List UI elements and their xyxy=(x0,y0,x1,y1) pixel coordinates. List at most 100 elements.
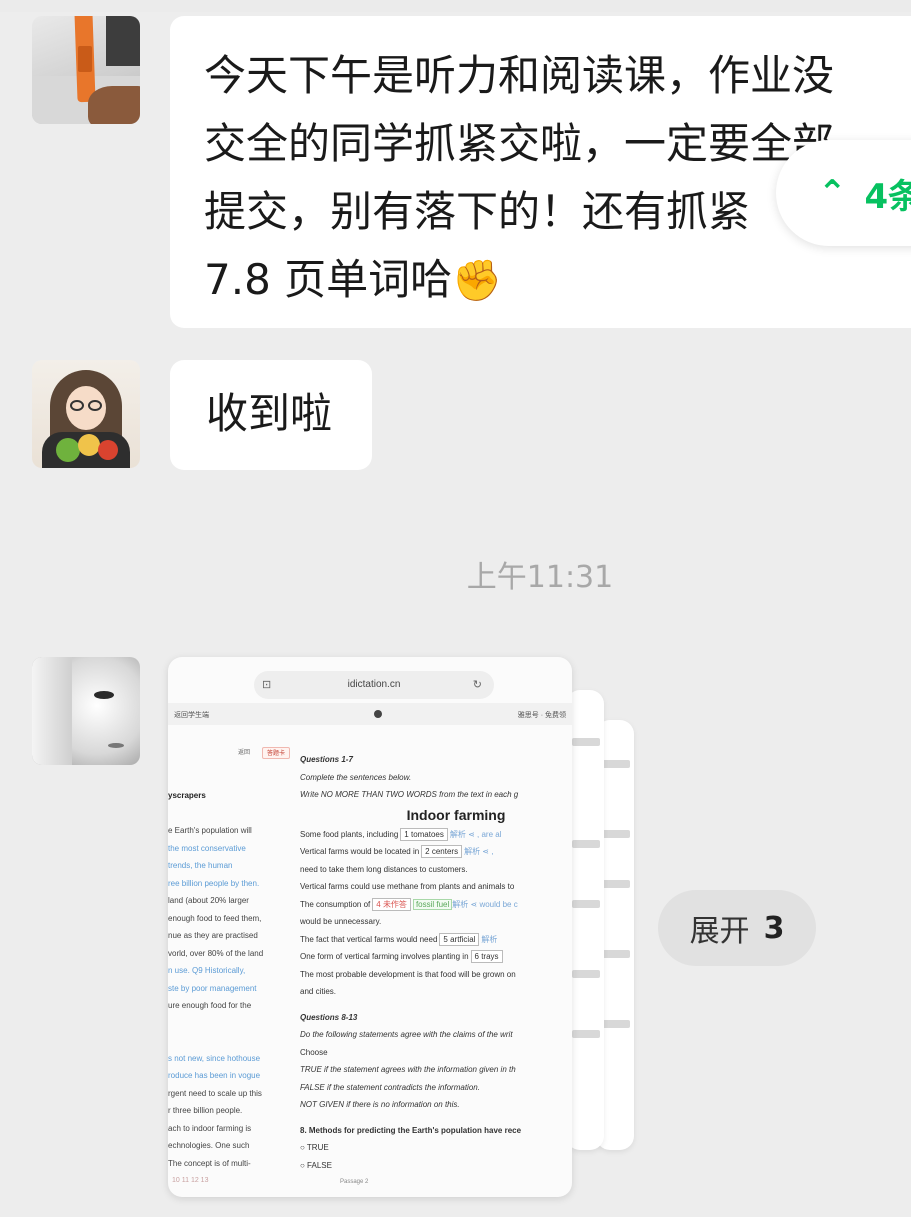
stripe xyxy=(572,970,600,978)
passage-line: s not new, since hothouse xyxy=(168,1053,261,1063)
tabs-icon: ⊡ xyxy=(262,679,272,691)
expand-images-button[interactable]: 展开 3 xyxy=(658,890,816,966)
avatar-pen-clip xyxy=(78,46,92,72)
instruction: Choose xyxy=(300,1047,328,1057)
sentence-4: The consumption of 4 未作答 fossil fuel 解析 ⋖ w… xyxy=(300,896,572,914)
sentence-4-cont: would be unnecessary. xyxy=(300,917,382,926)
passage-line: ach to indoor farming is xyxy=(168,1123,252,1133)
mini-button: 返回 xyxy=(238,750,251,756)
stripe xyxy=(572,738,600,746)
avatar-glasses xyxy=(70,400,84,411)
text: The fact that vertical farms would need xyxy=(300,934,438,944)
toolbar-right: 雅思号 · 免费领 xyxy=(517,712,566,719)
message-timestamp: 上午11:31 xyxy=(466,560,614,595)
sentence-5: The fact that vertical farms would need 5… xyxy=(300,931,572,949)
instruction: Write NO MORE THAN TWO WORDS from the te… xyxy=(300,790,519,799)
toolbar-left: 返回学生端 xyxy=(174,712,209,719)
instruction: Complete the sentences below. xyxy=(300,772,412,782)
avatar-vegetable xyxy=(98,440,118,460)
passage-line: ure enough food for the xyxy=(168,1001,252,1010)
instruction: NOT GIVEN if there is no information on … xyxy=(300,1100,460,1109)
questions-title: Questions 1-7 xyxy=(300,755,353,764)
answer-field: 6 trays xyxy=(470,950,503,963)
passage-line: ree billion people by then. xyxy=(168,878,260,888)
expand-count: 3 xyxy=(763,910,785,946)
sentence-7: The most probable development is that fo… xyxy=(300,969,516,979)
answer-field: 1 tomatoes xyxy=(400,827,448,841)
message-line-text: 7.8 页单词哈 xyxy=(204,255,453,304)
double-chevron-up-icon: ⌃ xyxy=(818,173,847,213)
stripe xyxy=(602,880,630,888)
stripe xyxy=(602,1020,630,1028)
correct-answer: fossil fuel xyxy=(412,898,453,910)
answer-field: 4 未作答 xyxy=(372,897,411,911)
reload-icon: ↻ xyxy=(472,679,482,691)
sentence-1: Some food plants, including 1 tomatoes 解析 … xyxy=(300,826,572,844)
passage-line: nue as they are practised xyxy=(168,931,258,940)
avatar[interactable] xyxy=(32,16,140,124)
question-nav: 10 11 12 13 xyxy=(172,1177,209,1184)
avatar-hand xyxy=(88,86,140,124)
stripe xyxy=(572,1030,600,1038)
answer-field: 5 artficial xyxy=(439,932,480,946)
passage-line: trends, the human xyxy=(168,861,233,870)
avatar[interactable] xyxy=(32,657,140,765)
passage-line: ste by poor management xyxy=(168,983,257,993)
page-toolbar: 返回学生端 雅思号 · 免费领 xyxy=(168,703,572,725)
fist-emoji-icon: ✊ xyxy=(452,258,502,304)
message-bubble[interactable]: 收到啦 xyxy=(170,360,372,470)
stripe xyxy=(602,830,630,838)
text: One form of vertical farming involves pl… xyxy=(300,952,469,961)
sentence-7-cont: and cities. xyxy=(300,987,337,996)
text: 解析 ⋖ , xyxy=(464,847,494,856)
image-message-card[interactable]: ⊡ idictation.cn ↻ 返回学生端 雅思号 · 免费领 返回 答题卡… xyxy=(168,657,572,1197)
mini-button: 答题卡 xyxy=(262,747,291,759)
questions-title: Questions 8-13 xyxy=(300,1012,358,1022)
stripe xyxy=(602,950,630,958)
passage-line: n use. Q9 Historically, xyxy=(168,966,246,975)
text: 解析 xyxy=(481,934,498,944)
unread-count: 4条 xyxy=(864,176,911,217)
text: 解析 ⋖ would be c xyxy=(452,899,518,909)
sentence-6: One form of vertical farming involves pl… xyxy=(300,948,572,966)
top-strip xyxy=(0,0,911,12)
record-dot-icon xyxy=(374,710,382,718)
questions-column: Questions 1-7 Complete the sentences bel… xyxy=(300,751,572,1174)
avatar-vegetable xyxy=(78,434,100,456)
text: Some food plants, including xyxy=(300,829,399,839)
sentence-2-cont: need to take them long distances to cust… xyxy=(300,864,468,874)
avatar-vegetable xyxy=(56,438,80,462)
passage-line: e Earth's population will xyxy=(168,826,252,835)
passage-line: roduce has been in vogue xyxy=(168,1071,261,1080)
passage-line: the most conservative xyxy=(168,843,246,853)
passage-line xyxy=(168,805,288,823)
avatar-glasses xyxy=(88,400,102,411)
section-heading: Indoor farming xyxy=(406,806,506,823)
text: The consumption of xyxy=(300,899,371,909)
passage-line: r three billion people. xyxy=(168,1106,243,1115)
passage-line: land (about 20% larger xyxy=(168,896,249,905)
passage-line xyxy=(168,1015,288,1033)
avatar-hair xyxy=(32,657,72,765)
question-8: 8. Methods for predicting the Earth's po… xyxy=(300,1125,522,1135)
avatar-background xyxy=(106,16,140,66)
stripe xyxy=(572,900,600,908)
message-text: 收到啦 xyxy=(206,389,333,438)
avatar[interactable] xyxy=(32,360,140,468)
passage-line: enough food to feed them, xyxy=(168,913,262,923)
text: 解析 ⋖ , are al xyxy=(449,829,502,839)
avatar-eye xyxy=(94,691,114,699)
passage-line: vorld, over 80% of the land xyxy=(168,948,264,958)
sentence-2: Vertical farms would be located in 2 cent… xyxy=(300,843,572,861)
option-true: ○ TRUE xyxy=(300,1143,329,1152)
answer-field: 2 centers xyxy=(421,845,463,858)
url-text: idictation.cn xyxy=(347,679,401,690)
passage-line xyxy=(168,1032,288,1050)
instruction: FALSE if the statement contradicts the i… xyxy=(300,1082,480,1092)
avatar-lip xyxy=(108,743,124,748)
unread-messages-button[interactable]: ⌃ 4条 xyxy=(776,140,911,246)
text: Vertical farms would be located in xyxy=(300,847,420,856)
passage-footer: Passage 2 xyxy=(340,1179,369,1185)
passage-line: yscrapers xyxy=(168,791,206,800)
